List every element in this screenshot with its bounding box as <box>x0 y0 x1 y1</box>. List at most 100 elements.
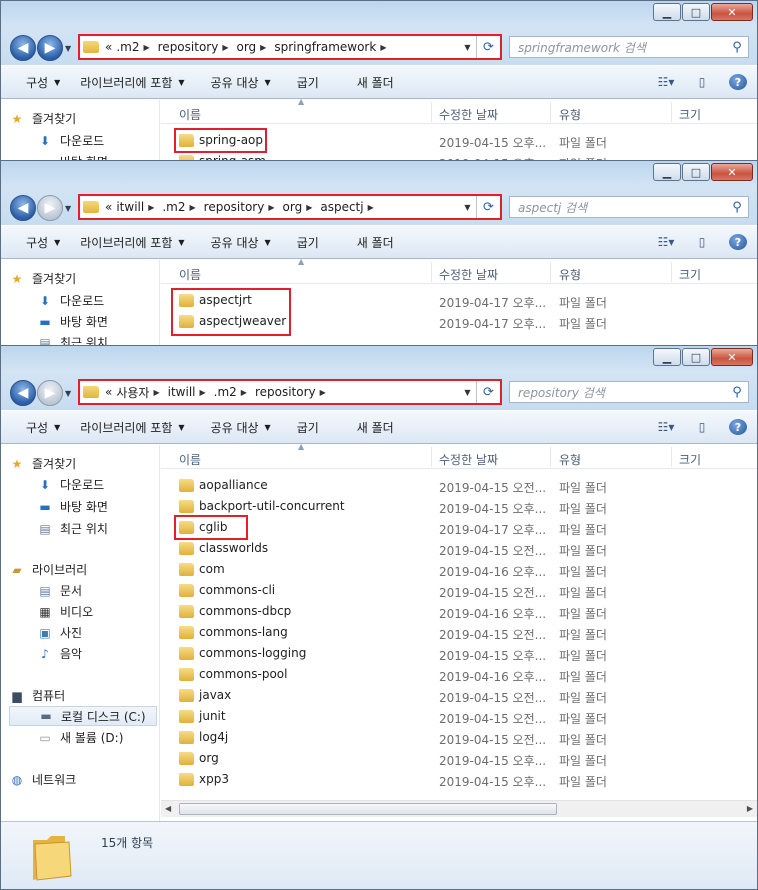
column-size[interactable]: 크기 <box>679 451 701 468</box>
file-row[interactable]: commons-lang 2019-04-15 오전... 파일 폴더 <box>161 622 757 643</box>
address-bar[interactable]: « .m2 ▶ repository ▶ org ▶ springframework ▶… <box>78 34 502 60</box>
nav-downloads[interactable]: ⬇ 다운로드 <box>37 476 104 493</box>
search-icon[interactable]: ⚲ <box>726 385 748 400</box>
recent-pages-dropdown[interactable]: ▼ <box>65 44 74 53</box>
nav-favorites[interactable]: ★ 즐겨찾기 <box>9 455 77 472</box>
column-name[interactable]: 이름 <box>179 451 201 468</box>
nav-videos[interactable]: ▦ 비디오 <box>37 603 93 620</box>
title-bar[interactable]: ▁ □ ✕ ◀ ▶ ▼ « .m2 ▶ repository ▶ org ▶ spri… <box>1 1 757 65</box>
back-button[interactable]: ◀ <box>10 195 36 221</box>
chevron-right-icon[interactable]: ▶ <box>143 43 149 52</box>
close-button[interactable]: ✕ <box>711 163 753 181</box>
maximize-button[interactable]: □ <box>682 163 710 181</box>
search-box[interactable]: repository 검색 ⚲ <box>509 381 749 403</box>
refresh-icon[interactable]: ⟳ <box>476 36 500 58</box>
burn-button[interactable]: 굽기 <box>297 234 319 251</box>
breadcrumb-item[interactable]: .m2 <box>116 40 139 54</box>
back-button[interactable]: ◀ <box>10 35 36 61</box>
address-bar[interactable]: « itwill ▶ .m2 ▶ repository ▶ org ▶ aspectj ▶… <box>78 194 502 220</box>
chevron-right-icon[interactable]: ▶ <box>380 43 386 52</box>
breadcrumb-item[interactable]: springframework <box>274 40 376 54</box>
include-library-button[interactable]: 라이브러리에 포함 ▼ <box>80 419 184 436</box>
column-size[interactable]: 크기 <box>679 106 701 123</box>
file-row[interactable]: aopalliance 2019-04-15 오전... 파일 폴더 <box>161 475 757 496</box>
breadcrumb-overflow[interactable]: « <box>105 385 112 399</box>
forward-button[interactable]: ▶ <box>37 380 63 406</box>
search-box[interactable]: aspectj 검색 ⚲ <box>509 196 749 218</box>
recent-pages-dropdown[interactable]: ▼ <box>65 204 74 213</box>
forward-button[interactable]: ▶ <box>37 35 63 61</box>
file-row[interactable]: com 2019-04-16 오후... 파일 폴더 <box>161 559 757 580</box>
breadcrumb-item[interactable]: aspectj <box>320 200 363 214</box>
close-button[interactable]: ✕ <box>711 3 753 21</box>
column-modified[interactable]: 수정한 날짜 <box>439 266 498 283</box>
file-row[interactable]: commons-logging 2019-04-15 오후... 파일 폴더 <box>161 643 757 664</box>
organize-button[interactable]: 구성 ▼ <box>26 74 60 91</box>
close-button[interactable]: ✕ <box>711 348 753 366</box>
minimize-button[interactable]: ▁ <box>653 3 681 21</box>
recent-pages-dropdown[interactable]: ▼ <box>65 389 74 398</box>
organize-button[interactable]: 구성 ▼ <box>26 234 60 251</box>
scroll-left-arrow-icon[interactable]: ◀ <box>165 804 171 813</box>
column-type[interactable]: 유형 <box>559 451 581 468</box>
nav-favorites[interactable]: ★ 즐겨찾기 <box>9 110 77 127</box>
address-dropdown-button[interactable]: ▼ <box>458 42 476 52</box>
column-name[interactable]: 이름 <box>179 106 201 123</box>
refresh-icon[interactable]: ⟳ <box>476 381 500 403</box>
file-row[interactable]: backport-util-concurrent 2019-04-15 오후...… <box>161 496 757 517</box>
breadcrumb-item[interactable]: repository <box>204 200 265 214</box>
nav-local-disk[interactable]: ▬ 로컬 디스크 (C:) <box>9 706 157 726</box>
column-modified[interactable]: 수정한 날짜 <box>439 106 498 123</box>
column-modified[interactable]: 수정한 날짜 <box>439 451 498 468</box>
maximize-button[interactable]: □ <box>682 348 710 366</box>
nav-desktop[interactable]: ▬ 바탕 화면 <box>37 498 108 515</box>
back-button[interactable]: ◀ <box>10 380 36 406</box>
burn-button[interactable]: 굽기 <box>297 74 319 91</box>
preview-pane-icon[interactable]: ▯ <box>693 234 711 250</box>
new-folder-button[interactable]: 새 폴더 <box>357 234 394 251</box>
title-bar[interactable]: ▁ □ ✕ ◀ ▶ ▼ « itwill ▶ .m2 ▶ repository ▶ o… <box>1 161 757 225</box>
nav-pictures[interactable]: ▣ 사진 <box>37 624 82 641</box>
include-library-button[interactable]: 라이브러리에 포함 ▼ <box>80 234 184 251</box>
nav-desktop[interactable]: ▬ 바탕 화면 <box>37 313 108 330</box>
breadcrumb-item[interactable]: repository <box>158 40 219 54</box>
share-with-button[interactable]: 공유 대상 ▼ <box>211 234 271 251</box>
file-row[interactable]: commons-cli 2019-04-15 오전... 파일 폴더 <box>161 580 757 601</box>
help-icon[interactable]: ? <box>729 234 747 250</box>
view-options-icon[interactable]: ☷▾ <box>657 74 675 90</box>
breadcrumb-item[interactable]: org <box>283 200 303 214</box>
file-row[interactable]: commons-pool 2019-04-16 오후... 파일 폴더 <box>161 664 757 685</box>
search-box[interactable]: springframework 검색 ⚲ <box>509 36 749 58</box>
help-icon[interactable]: ? <box>729 419 747 435</box>
include-library-button[interactable]: 라이브러리에 포함 ▼ <box>80 74 184 91</box>
chevron-right-icon[interactable]: ▶ <box>222 43 228 52</box>
breadcrumb-overflow[interactable]: « <box>105 40 112 54</box>
nav-downloads[interactable]: ⬇ 다운로드 <box>37 132 104 149</box>
nav-music[interactable]: ♪ 음악 <box>37 645 82 662</box>
chevron-right-icon[interactable]: ▶ <box>148 203 154 212</box>
minimize-button[interactable]: ▁ <box>653 163 681 181</box>
nav-network[interactable]: ◍ 네트워크 <box>9 771 76 788</box>
chevron-right-icon[interactable]: ▶ <box>268 203 274 212</box>
breadcrumb-overflow[interactable]: « <box>105 200 112 214</box>
address-bar[interactable]: « 사용자 ▶ itwill ▶ .m2 ▶ repository ▶ ▼ ⟳ <box>78 379 502 405</box>
file-row[interactable]: org 2019-04-15 오후... 파일 폴더 <box>161 748 757 769</box>
nav-favorites[interactable]: ★ 즐겨찾기 <box>9 270 77 287</box>
breadcrumb-item[interactable]: .m2 <box>214 385 237 399</box>
file-row[interactable]: xpp3 2019-04-15 오후... 파일 폴더 <box>161 769 757 790</box>
column-name[interactable]: 이름 <box>179 266 201 283</box>
title-bar[interactable]: ▁ □ ✕ ◀ ▶ ▼ « 사용자 ▶ itwill ▶ .m2 ▶ reposito… <box>1 346 757 410</box>
nav-libraries[interactable]: ▰ 라이브러리 <box>9 561 87 578</box>
horizontal-scrollbar[interactable]: ◀ ▶ <box>161 800 757 817</box>
forward-button[interactable]: ▶ <box>37 195 63 221</box>
view-options-icon[interactable]: ☷▾ <box>657 419 675 435</box>
preview-pane-icon[interactable]: ▯ <box>693 419 711 435</box>
new-folder-button[interactable]: 새 폴더 <box>357 74 394 91</box>
address-dropdown-button[interactable]: ▼ <box>458 202 476 212</box>
file-row[interactable]: cglib 2019-04-17 오후... 파일 폴더 <box>161 517 757 538</box>
search-icon[interactable]: ⚲ <box>726 200 748 215</box>
file-row[interactable]: junit 2019-04-15 오전... 파일 폴더 <box>161 706 757 727</box>
file-row[interactable]: log4j 2019-04-15 오전... 파일 폴더 <box>161 727 757 748</box>
file-row[interactable]: javax 2019-04-15 오전... 파일 폴더 <box>161 685 757 706</box>
new-folder-button[interactable]: 새 폴더 <box>357 419 394 436</box>
